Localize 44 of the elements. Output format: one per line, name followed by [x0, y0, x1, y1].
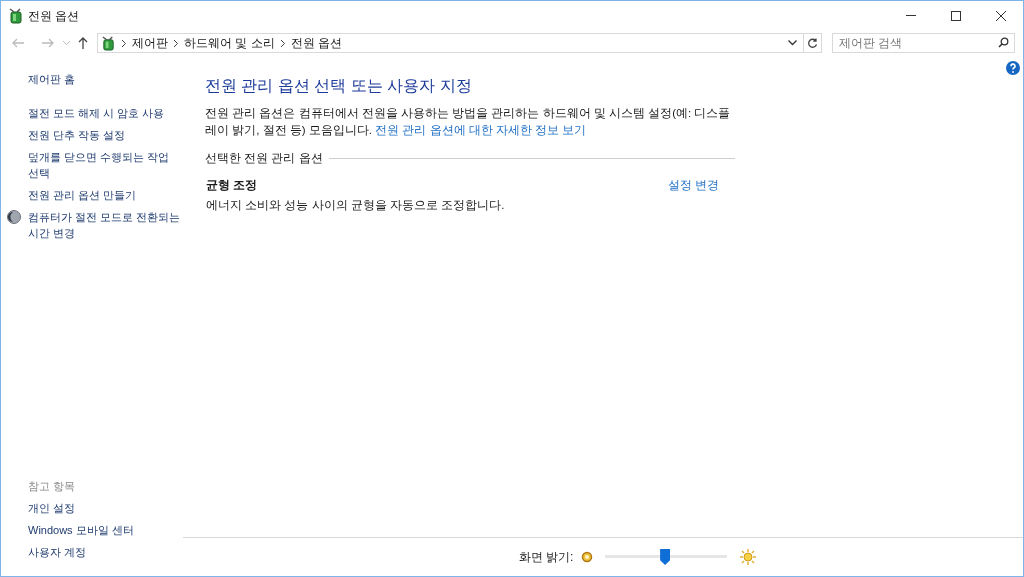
close-icon — [995, 10, 1006, 21]
bright-sun-icon — [739, 548, 758, 566]
see-also-heading: 참고 항목 — [28, 479, 77, 494]
breadcrumb-item[interactable]: 하드웨어 및 소리 — [184, 34, 275, 52]
breadcrumb-item[interactable]: 제어판 — [132, 34, 168, 52]
breadcrumb-item[interactable]: 전원 옵션 — [290, 34, 342, 52]
change-settings-link[interactable]: 설정 변경 — [667, 177, 719, 195]
description-text: 전원 관리 옵션은 컴퓨터에서 전원을 사용하는 방법을 관리하는 하드웨어 및 시스템 설정(예: 디스플레이 밝기, 절전 등) 모음입니다. 전원 관리 옵션에 대한 자세한 정보 보기 — [205, 106, 732, 138]
help-icon[interactable] — [1006, 61, 1020, 75]
plan-name: 균형 조정 — [206, 178, 258, 194]
search-field[interactable]: 제어판 검색 — [832, 33, 1015, 53]
chevron-icon — [174, 39, 178, 47]
address-bar[interactable]: 제어판 하드웨어 및 소리 전원 옵션 — [97, 33, 822, 53]
battery-plug-icon — [101, 35, 116, 51]
caret-icon — [62, 41, 70, 45]
brightness-label: 화면 밝기: — [518, 549, 574, 566]
section-heading: 선택한 전원 관리 옵션 — [205, 151, 323, 166]
up-arrow-icon — [78, 37, 88, 49]
minimize-icon — [905, 15, 916, 16]
chevron-icon — [122, 39, 126, 47]
forward-arrow-icon — [42, 38, 54, 48]
chevron-icon — [280, 39, 285, 47]
brightness-slider[interactable] — [605, 547, 728, 567]
sidebar-link[interactable]: Windows 모바일 센터 — [28, 522, 181, 538]
sidebar-link[interactable]: 사용자 계정 — [28, 544, 181, 560]
page-heading: 전원 관리 옵션 선택 또는 사용자 지정 — [205, 76, 473, 96]
sidebar-link[interactable]: 제어판 홈 — [28, 71, 181, 87]
dropdown-caret-icon — [788, 40, 797, 46]
sidebar-link[interactable]: 전원 단추 작동 설정 — [28, 127, 181, 143]
search-icon — [998, 37, 1009, 48]
sidebar-link[interactable]: 덮개를 닫으면 수행되는 작업 선택 — [28, 149, 181, 181]
sidebar-link[interactable]: 개인 설정 — [28, 500, 181, 516]
sidebar-link[interactable]: 컴퓨터가 절전 모드로 전환되는 시간 변경 — [28, 209, 181, 241]
sidebar-link[interactable]: 전원 관리 옵션 만들기 — [28, 187, 181, 203]
maximize-icon — [950, 10, 961, 21]
back-arrow-icon — [12, 38, 24, 48]
moon-icon — [7, 210, 21, 224]
refresh-icon — [807, 37, 818, 49]
plan-description: 에너지 소비와 성능 사이의 균형을 자동으로 조정합니다. — [206, 197, 506, 213]
sidebar-link[interactable]: 절전 모드 해제 시 암호 사용 — [28, 105, 181, 121]
battery-plug-icon — [8, 7, 24, 24]
dim-sun-icon — [581, 551, 594, 563]
window-title: 전원 옵션 — [28, 7, 80, 25]
more-info-link[interactable]: 전원 관리 옵션에 대한 자세한 정보 보기 — [375, 124, 587, 136]
